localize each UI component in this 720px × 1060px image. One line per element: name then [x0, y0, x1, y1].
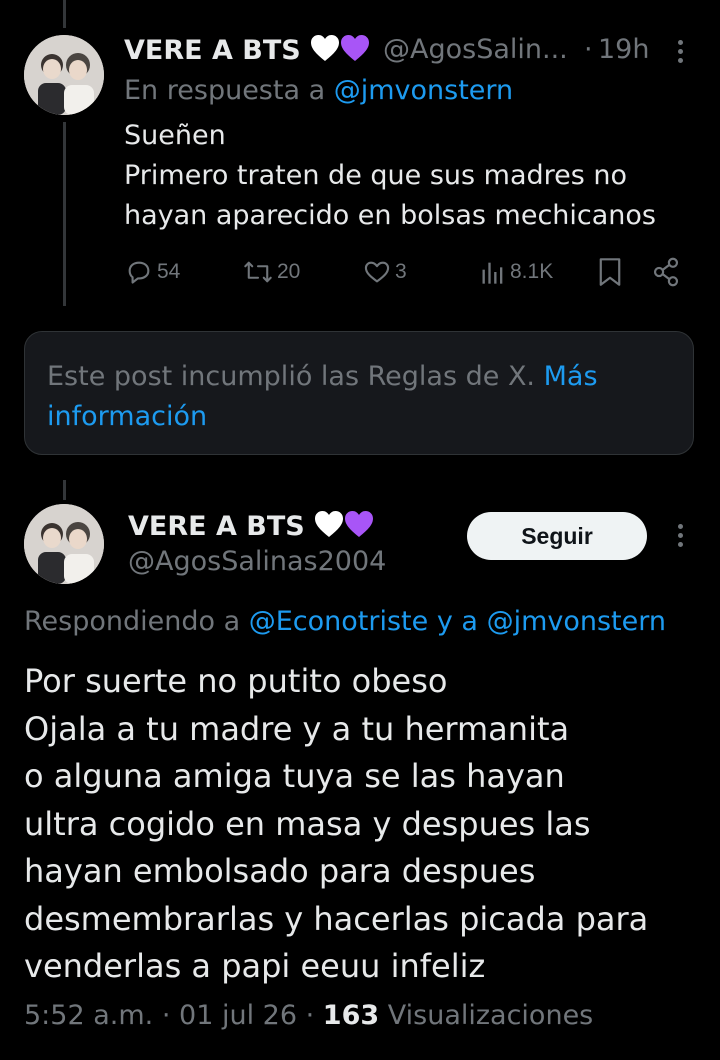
repost-icon — [244, 261, 272, 283]
like-count: 3 — [395, 260, 407, 283]
main-post-text-line: Por suerte no putito obeso — [24, 662, 448, 700]
like-icon — [364, 261, 390, 283]
share-button[interactable] — [652, 257, 680, 287]
bookmark-icon — [599, 258, 621, 286]
thread-line-reply — [63, 122, 66, 306]
main-post-text-line: desmembrarlas y hacerlas picada para — [24, 899, 649, 938]
separator-dot: · — [584, 34, 593, 65]
thread-line-connector — [63, 480, 66, 500]
notice-text: Este post incumplió las Reglas de X. — [47, 361, 536, 392]
repost-count: 20 — [277, 260, 301, 283]
display-name-text: VERE A BTS — [124, 35, 301, 66]
purple-heart-icon — [340, 34, 370, 69]
views-icon — [482, 262, 503, 284]
display-name-text: VERE A BTS — [128, 511, 305, 542]
display-name[interactable]: VERE A BTS — [124, 34, 370, 69]
more-options-icon[interactable] — [676, 524, 684, 547]
avatar[interactable] — [24, 504, 104, 584]
share-icon — [653, 257, 679, 287]
meta-dot: · — [305, 1000, 315, 1031]
handle[interactable]: @AgosSalin... — [383, 34, 568, 65]
views-count: 8.1K — [510, 260, 554, 283]
reply-context: En respuesta a @jmvonstern — [124, 75, 513, 106]
views-button[interactable]: 8.1K — [480, 258, 553, 286]
white-heart-icon — [314, 510, 344, 545]
replying-mention-link[interactable]: @jmvonstern — [487, 606, 666, 637]
replying-connector[interactable]: y a — [437, 606, 478, 637]
reply-prefix: En respuesta a — [124, 75, 326, 106]
like-button[interactable]: 3 — [363, 258, 407, 286]
post-text-line: hayan aparecido en bolsas mechicanos — [124, 200, 656, 231]
post-date[interactable]: 01 jul 26 — [179, 1000, 297, 1031]
post-metadata: 5:52 a.m. · 01 jul 26 · 163 Visualizacio… — [24, 1000, 593, 1031]
reply-count: 54 — [157, 260, 181, 283]
white-heart-icon — [310, 34, 340, 69]
main-post-text-line: hayan embolsado para despues — [24, 852, 536, 890]
replying-mention-link[interactable]: @Econotriste — [249, 606, 429, 637]
reply-icon — [128, 261, 150, 284]
post-text: Sueñen Primero traten de que sus madres … — [124, 116, 694, 236]
views-label: Visualizaciones — [387, 1000, 594, 1031]
meta-dot: · — [161, 1000, 171, 1031]
main-post-text-line: ultra cogido en masa y despues las — [24, 804, 591, 843]
reply-button[interactable]: 54 — [125, 258, 180, 286]
bookmark-button[interactable] — [597, 257, 623, 287]
main-post-text-line: o alguna amiga tuya se las hayan — [24, 757, 565, 795]
main-post-text: Por suerte no putito obeso Ojala a tu ma… — [24, 658, 704, 991]
reply-mention-link[interactable]: @jmvonstern — [334, 75, 513, 106]
thread-line-top — [63, 0, 66, 28]
post-text-line: Primero traten de que sus madres no — [124, 160, 628, 191]
replying-prefix: Respondiendo a — [24, 606, 241, 637]
post-text-line: Sueñen — [124, 120, 226, 151]
repost-button[interactable]: 20 — [243, 258, 300, 286]
follow-button[interactable]: Seguir — [467, 512, 647, 560]
rule-violation-notice: Este post incumplió las Reglas de X. Más… — [24, 331, 694, 455]
main-post-text-line: venderlas a papi eeuu infeliz — [24, 947, 486, 985]
avatar[interactable] — [24, 35, 104, 115]
display-name[interactable]: VERE A BTS — [128, 510, 374, 545]
purple-heart-icon — [344, 510, 374, 545]
post-time[interactable]: 19h — [598, 34, 649, 65]
handle[interactable]: @AgosSalinas2004 — [128, 546, 386, 577]
main-post-text-line: Ojala a tu madre y a tu hermanita — [24, 709, 570, 748]
more-options-icon[interactable] — [676, 40, 684, 63]
views-count: 163 — [322, 1000, 380, 1031]
replying-to: Respondiendo a @Econotriste y a @jmvonst… — [24, 606, 666, 637]
post-timestamp[interactable]: 5:52 a.m. — [24, 1000, 153, 1031]
